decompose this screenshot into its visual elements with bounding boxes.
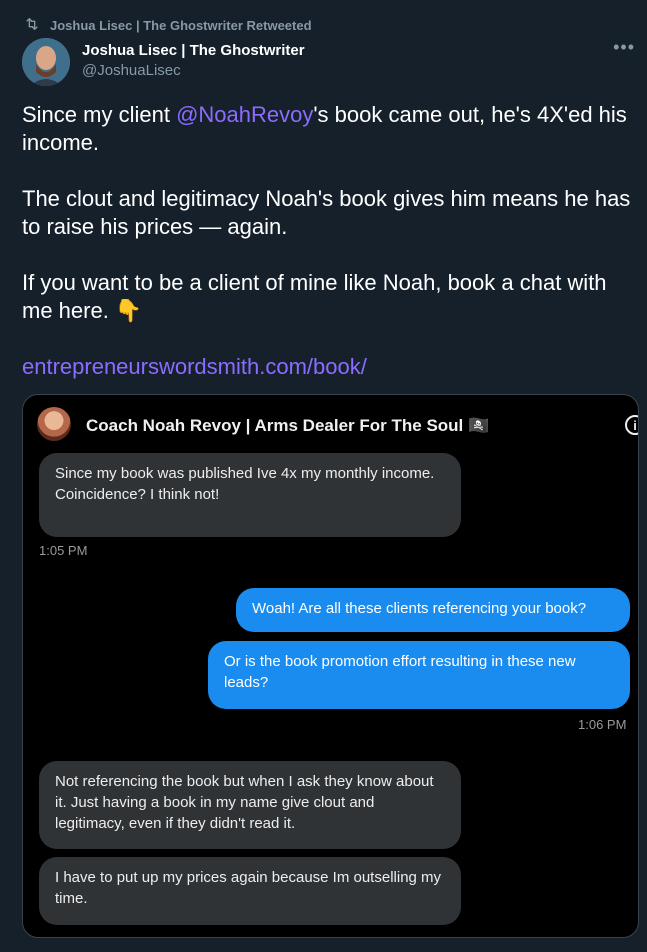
- mention-link[interactable]: @NoahRevoy: [176, 102, 313, 127]
- chat-message-sent: Or is the book promotion effort resultin…: [208, 641, 630, 709]
- chat-message-sent: Woah! Are all these clients referencing …: [236, 588, 630, 632]
- retweet-icon: [24, 16, 40, 35]
- chat-avatar: [37, 407, 71, 441]
- chat-timestamp: 1:05 PM: [39, 543, 88, 558]
- retweet-text[interactable]: Joshua Lisec | The Ghostwriter Retweeted: [50, 18, 312, 33]
- more-icon[interactable]: •••: [613, 38, 635, 56]
- tweet-paragraph-2: The clout and legitimacy Noah's book giv…: [22, 186, 631, 239]
- author-avatar[interactable]: [22, 38, 70, 86]
- chat-message-received: Not referencing the book but when I ask …: [39, 761, 461, 849]
- tweet-link[interactable]: entrepreneurswordsmith.com/book/: [22, 353, 632, 381]
- tweet-text-segment: Since my client: [22, 102, 177, 127]
- chat-timestamp: 1:06 PM: [578, 717, 627, 732]
- author-block: Joshua Lisec | The Ghostwriter @JoshuaLi…: [82, 42, 305, 79]
- chat-title: Coach Noah Revoy | Arms Dealer For The S…: [86, 416, 490, 435]
- attached-image[interactable]: Coach Noah Revoy | Arms Dealer For The S…: [22, 394, 639, 938]
- retweet-indicator: Joshua Lisec | The Ghostwriter Retweeted: [24, 16, 312, 35]
- author-name[interactable]: Joshua Lisec | The Ghostwriter: [82, 42, 305, 59]
- author-handle[interactable]: @JoshuaLisec: [82, 62, 305, 79]
- tweet-paragraph-1: Since my client @NoahRevoy's book came o…: [22, 101, 632, 157]
- info-icon: i: [625, 415, 638, 435]
- chat-header: Coach Noah Revoy | Arms Dealer For The S…: [23, 395, 638, 451]
- tweet-paragraph-3: If you want to be a client of mine like …: [22, 270, 607, 323]
- tweet-text: Since my client @NoahRevoy's book came o…: [22, 101, 632, 409]
- chat-message-received: Since my book was published Ive 4x my mo…: [39, 453, 461, 537]
- chat-message-received: I have to put up my prices again because…: [39, 857, 461, 925]
